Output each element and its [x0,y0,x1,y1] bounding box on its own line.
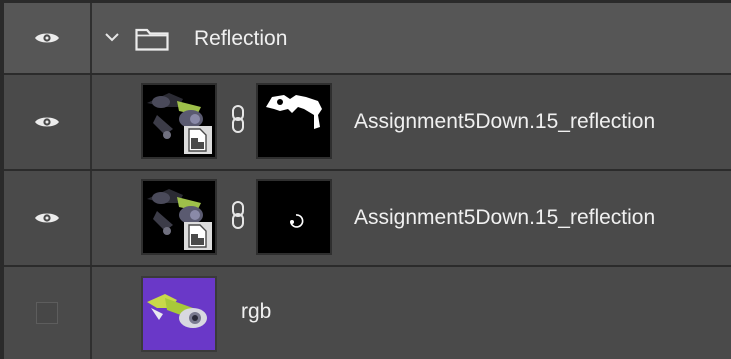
chevron-down-icon[interactable] [104,31,120,43]
layer-row[interactable]: rgb [4,267,731,359]
visibility-toggle[interactable] [4,267,92,359]
layer-mask-thumbnail[interactable] [256,179,332,255]
smart-object-icon [184,126,212,154]
layer-thumbnail[interactable] [141,276,217,352]
smart-object-icon [184,222,212,250]
layer-row[interactable]: Assignment5Down.15_reflection [4,75,731,171]
group-name[interactable]: Reflection [194,26,287,52]
layer-thumbnail-image [143,278,215,350]
layer-mask-image [258,181,330,253]
layer-group-row[interactable]: Reflection [4,3,731,75]
eye-icon[interactable] [34,115,60,130]
visibility-toggle[interactable] [4,3,92,73]
eye-icon[interactable] [34,211,60,226]
eye-icon[interactable] [34,31,60,46]
folder-icon [135,28,169,51]
visibility-toggle-icon[interactable] [36,302,58,324]
layer-name[interactable]: Assignment5Down.15_reflection [354,109,655,135]
layer-name[interactable]: rgb [241,299,271,325]
chain-link-icon[interactable] [230,200,246,230]
chain-link-icon[interactable] [230,104,246,134]
layer-row[interactable]: Assignment5Down.15_reflection [4,171,731,267]
layer-mask-thumbnail[interactable] [256,83,332,159]
layer-thumbnail[interactable] [141,83,217,159]
visibility-toggle[interactable] [4,75,92,169]
visibility-toggle[interactable] [4,171,92,265]
layer-name[interactable]: Assignment5Down.15_reflection [354,205,655,231]
layer-thumbnail[interactable] [141,179,217,255]
layer-mask-image [258,85,330,157]
layers-panel: Reflection Assignment5Down.15_reflection… [0,0,731,359]
